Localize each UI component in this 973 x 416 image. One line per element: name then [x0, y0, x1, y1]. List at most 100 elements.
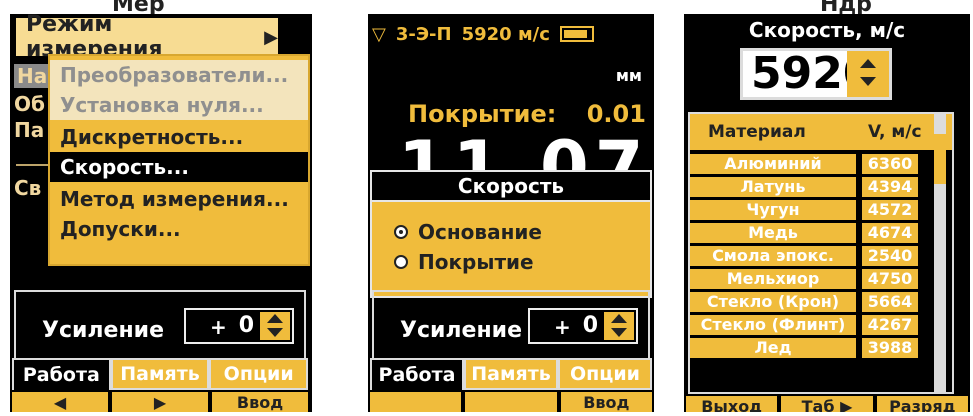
table-row[interactable]: Смола эпокс. 2540 — [690, 246, 952, 268]
probe-icon: ▽ — [372, 23, 386, 45]
softkey-exit[interactable]: Выход — [686, 396, 778, 412]
radio-option-base[interactable]: Основание — [394, 220, 542, 244]
radio-checked-icon[interactable] — [394, 225, 408, 239]
probe-name: 3-Э-П — [395, 23, 452, 45]
material-name: Мельхиор — [690, 269, 856, 289]
menu-header[interactable]: Режим измерения ▶ — [16, 14, 278, 62]
table-row[interactable]: Чугун 4572 — [690, 200, 952, 222]
velocity-title: Скорость, м/с — [748, 18, 906, 42]
arrow-up-icon[interactable] — [267, 314, 283, 323]
softkey-bar: Ввод — [370, 392, 652, 412]
table-row[interactable]: Медь 4674 — [690, 223, 952, 245]
material-velocity: 4674 — [862, 223, 918, 243]
tab-bar: Работа Память Опции — [12, 358, 309, 390]
tab-bar: Работа Память Опции — [370, 358, 652, 390]
underlying-menu-item: Об — [14, 92, 45, 116]
material-velocity: 5664 — [862, 292, 918, 312]
material-velocity: 4750 — [862, 269, 918, 289]
gain-sign: + — [210, 315, 227, 339]
spinner-icon[interactable] — [604, 312, 634, 340]
radio-unchecked-icon[interactable] — [394, 255, 408, 269]
material-name: Латунь — [690, 177, 856, 197]
submenu: Преобразователи... Установка нуля... Дис… — [48, 54, 310, 266]
arrow-down-icon[interactable] — [267, 328, 283, 337]
underlying-menu-item: Св — [14, 176, 42, 200]
arrow-right-icon: ▶ — [264, 26, 278, 48]
scrollbar-thumb[interactable] — [934, 134, 946, 184]
softkey-1[interactable] — [370, 392, 462, 412]
table-row[interactable]: Алюминий 6360 — [690, 154, 952, 176]
radio-label: Основание — [418, 220, 542, 244]
softkey-right[interactable]: ▶ — [112, 392, 208, 412]
submenu-item-transducers[interactable]: Преобразователи... — [50, 60, 308, 90]
material-table: Материал V, м/с Алюминий 6360 Латунь 439… — [688, 112, 954, 394]
softkey-digit[interactable]: Разряд — [876, 396, 968, 412]
arrow-up-icon[interactable] — [611, 314, 627, 323]
softkey-enter[interactable]: Ввод — [212, 392, 308, 412]
material-velocity: 6360 — [862, 154, 918, 174]
tab-memory[interactable]: Память — [464, 358, 558, 390]
battery-fill — [563, 30, 587, 38]
tab-memory[interactable]: Память — [110, 358, 210, 390]
gain-stepper[interactable]: + 0 — [528, 308, 638, 344]
underlying-menu-item: На — [14, 64, 51, 88]
table-header: Материал V, м/с — [690, 114, 952, 150]
submenu-item-zero-setting[interactable]: Установка нуля... — [50, 90, 308, 120]
status-bar: ▽ 3-Э-П 5920 м/с — [372, 20, 650, 48]
device-screen-dialog: ▽ 3-Э-П 5920 м/с мм Покрытие: 0.01 11.07… — [368, 14, 654, 412]
velocity-dialog: Скорость Основание Покрытие — [370, 170, 652, 298]
gain-value: 0 — [238, 313, 254, 338]
material-name: Стекло (Крон) — [690, 292, 856, 312]
gain-panel: Усиление + 0 — [372, 290, 650, 368]
table-row[interactable]: Мельхиор 4750 — [690, 269, 952, 291]
material-velocity: 4572 — [862, 200, 918, 220]
gain-label: Усиление — [42, 318, 164, 343]
spinner-icon[interactable] — [260, 312, 290, 340]
coating-label: Покрытие: — [408, 100, 557, 128]
table-scrollbar[interactable] — [934, 114, 946, 392]
spinner-icon[interactable] — [847, 51, 889, 97]
velocity-input[interactable]: 5920 — [740, 48, 892, 100]
arrow-up-icon[interactable] — [860, 59, 876, 68]
coating-value: 0.01 — [586, 100, 646, 128]
menu-divider — [16, 164, 50, 166]
tab-options[interactable]: Опции — [558, 358, 652, 390]
submenu-item-measure-method[interactable]: Метод измерения... — [50, 184, 308, 214]
softkey-tab[interactable]: Таб ▶ — [781, 396, 873, 412]
softkey-bar: Выход Таб ▶ Разряд — [686, 396, 968, 412]
material-velocity: 3988 — [862, 338, 918, 358]
material-velocity: 2540 — [862, 246, 918, 266]
material-velocity: 4267 — [862, 315, 918, 335]
material-name: Смола эпокс. — [690, 246, 856, 266]
submenu-item-tolerances[interactable]: Допуски... — [50, 214, 308, 244]
softkey-left[interactable]: ◀ — [12, 392, 108, 412]
arrow-down-icon[interactable] — [611, 328, 627, 337]
softkey-2[interactable] — [465, 392, 557, 412]
table-row[interactable]: Стекло (Флинт) 4267 — [690, 315, 952, 337]
table-row[interactable]: Стекло (Крон) 5664 — [690, 292, 952, 314]
submenu-item-velocity[interactable]: Скорость... — [50, 152, 308, 182]
coating-readout: Покрытие: 0.01 — [408, 100, 646, 128]
underlying-menu-item: Па — [14, 118, 45, 142]
unit-label: мм — [615, 66, 642, 85]
column-header-velocity: V, м/с — [868, 122, 922, 142]
radio-option-coating[interactable]: Покрытие — [394, 250, 534, 274]
gain-sign: + — [554, 315, 571, 339]
gain-stepper[interactable]: + 0 — [184, 308, 294, 344]
tab-work[interactable]: Работа — [370, 358, 464, 390]
material-name: Алюминий — [690, 154, 856, 174]
tab-work[interactable]: Работа — [12, 358, 111, 390]
submenu-item-resolution[interactable]: Дискретность... — [50, 122, 308, 152]
gain-label: Усиление — [400, 318, 522, 343]
material-name: Лед — [690, 338, 856, 358]
gain-value: 0 — [582, 313, 598, 338]
material-velocity: 4394 — [862, 177, 918, 197]
table-row[interactable]: Лед 3988 — [690, 338, 952, 360]
gain-panel: Усиление + 0 — [14, 290, 306, 368]
table-row[interactable]: Латунь 4394 — [690, 177, 952, 199]
softkey-enter[interactable]: Ввод — [560, 392, 652, 412]
tab-options[interactable]: Опции — [209, 358, 309, 390]
device-screen-menu: Режим измерения ▶ На Об Па Св Преобразов… — [10, 14, 312, 412]
arrow-down-icon[interactable] — [860, 77, 876, 86]
column-header-material: Материал — [708, 122, 806, 142]
